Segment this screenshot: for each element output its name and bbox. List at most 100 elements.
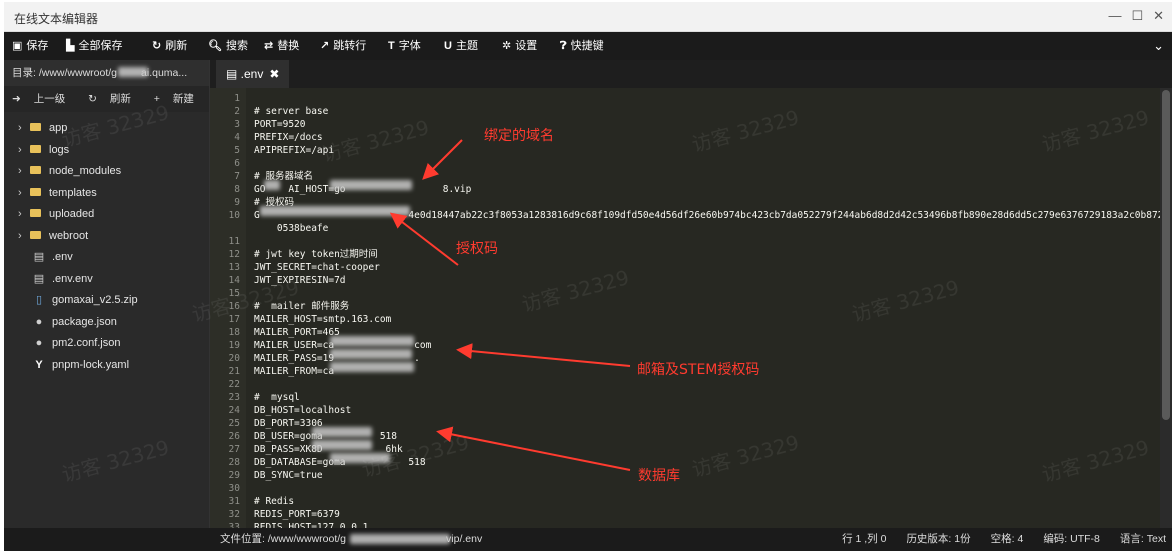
theme-label: 主题 bbox=[455, 40, 478, 52]
scroll-thumb[interactable] bbox=[1162, 90, 1170, 420]
folder-icon bbox=[30, 144, 41, 153]
settings-button[interactable]: ✲ 设置 bbox=[502, 32, 537, 60]
help-icon: ❓︎ bbox=[560, 40, 567, 52]
theme-icon: U bbox=[444, 40, 452, 52]
up-level-button[interactable]: ➜ 上一级 bbox=[12, 93, 75, 105]
file-item-env-env[interactable]: ▤ .env.env bbox=[4, 269, 209, 291]
folder-label: templates bbox=[49, 186, 97, 199]
title-bar: 在线文本编辑器 — ☐ ✕ bbox=[4, 2, 1172, 32]
annotation-mail: 邮箱及STEM授权码 bbox=[637, 362, 760, 378]
file-item-env[interactable]: ▤ .env bbox=[4, 247, 209, 269]
file-icon: ▤ bbox=[33, 272, 45, 285]
folder-icon bbox=[30, 166, 41, 174]
sidebar-actions: ➜ 上一级 ↻ 刷新 + 新建 ⚲ 搜索 bbox=[4, 86, 258, 112]
file-label: pm2.conf.json bbox=[52, 337, 121, 349]
line-number: 31 bbox=[228, 496, 240, 507]
chevron-right-icon: › bbox=[18, 229, 22, 242]
shortcuts-button[interactable]: ❓︎ 快捷键 bbox=[560, 32, 604, 60]
annotation-domain: 绑定的域名 bbox=[484, 128, 554, 144]
folder-label: uploaded bbox=[49, 208, 95, 220]
language-setting[interactable]: 语言: Text bbox=[1120, 528, 1166, 551]
font-icon: T bbox=[388, 40, 395, 52]
file-icon: ▤ bbox=[33, 251, 45, 263]
sidebar-refresh-button[interactable]: ↻ 刷新 bbox=[88, 93, 141, 105]
line-number: 25 bbox=[228, 418, 240, 429]
save-button[interactable]: ▣ 保存 bbox=[12, 32, 48, 60]
folder-label: node_modules bbox=[49, 165, 122, 177]
refresh-icon: ↻ bbox=[88, 93, 100, 105]
save-all-button[interactable]: ▙ 全部保存 bbox=[66, 32, 122, 60]
folder-icon bbox=[30, 187, 41, 196]
replace-icon: ⇄ bbox=[264, 40, 274, 52]
file-item-pnpm-lock[interactable]: Ypnpm-lock.yaml bbox=[4, 355, 209, 377]
folder-item-uploaded[interactable]: › uploaded bbox=[4, 204, 209, 226]
replace-label: 替换 bbox=[277, 40, 300, 52]
status-path-suffix: vip/.env bbox=[446, 533, 483, 545]
line-text: 0538beafe bbox=[254, 223, 329, 234]
chevron-right-icon: › bbox=[18, 143, 22, 156]
minimize-button[interactable]: — bbox=[1108, 8, 1121, 24]
line-text: MAILER_PORT=465 bbox=[254, 327, 340, 338]
encoding-setting[interactable]: 编码: UTF-8 bbox=[1043, 528, 1100, 551]
line-number: 30 bbox=[228, 483, 240, 494]
file-item-zip[interactable]: ▯ gomaxai_v2.5.zip bbox=[4, 290, 209, 312]
history-versions[interactable]: 历史版本: 1份 bbox=[906, 528, 970, 551]
line-number: 7 bbox=[234, 171, 240, 182]
file-item-package-json[interactable]: ● package.json bbox=[4, 312, 209, 334]
indent-setting[interactable]: 空格: 4 bbox=[991, 528, 1024, 551]
folder-item-webroot[interactable]: › webroot bbox=[4, 226, 209, 248]
line-number: 1 bbox=[234, 93, 240, 104]
file-label: pnpm-lock.yaml bbox=[52, 358, 130, 371]
redaction bbox=[260, 206, 410, 216]
line-text: PORT=9520 bbox=[254, 119, 306, 130]
chevron-right-icon: › bbox=[18, 208, 22, 220]
sidebar-refresh-label: 刷新 bbox=[109, 93, 131, 105]
shortcuts-label: 快捷键 bbox=[570, 40, 604, 52]
folder-item-node-modules[interactable]: › node_modules bbox=[4, 161, 209, 183]
close-tab-icon[interactable]: ✖ bbox=[269, 67, 279, 81]
chevron-down-icon[interactable]: ⌄ bbox=[1153, 32, 1164, 60]
goto-line-button[interactable]: ↗ 跳转行 bbox=[320, 32, 366, 60]
folder-item-logs[interactable]: › logs bbox=[4, 140, 209, 162]
tab-label: .env bbox=[240, 67, 264, 81]
redaction bbox=[118, 67, 148, 77]
theme-button[interactable]: U 主题 bbox=[444, 32, 478, 60]
toolbar: ▣ 保存 ▙ 全部保存 ↻ 刷新 🔍︎ 搜索 ⇄ 替换 ↗ 跳转行 T 字体 U 主题 ✲ 设置 … bbox=[4, 32, 1172, 60]
font-button[interactable]: T 字体 bbox=[388, 32, 421, 60]
close-window-button[interactable]: ✕ bbox=[1153, 8, 1164, 24]
editor-scrollbar[interactable] bbox=[1160, 88, 1172, 528]
file-label: .env.env bbox=[52, 272, 93, 285]
status-path-prefix: 文件位置: /www/wwwroot/g bbox=[220, 533, 347, 545]
line-number: 26 bbox=[228, 431, 240, 442]
search-button[interactable]: 🔍︎ 搜索 bbox=[208, 32, 248, 60]
folder-item-templates[interactable]: › templates bbox=[4, 183, 209, 205]
chevron-right-icon: › bbox=[18, 165, 22, 177]
replace-button[interactable]: ⇄ 替换 bbox=[264, 32, 299, 60]
line-number: 24 bbox=[228, 405, 240, 416]
redaction bbox=[330, 362, 414, 372]
line-number: 23 bbox=[228, 392, 240, 403]
maximize-button[interactable]: ☐ bbox=[1131, 8, 1143, 24]
line-number: 29 bbox=[228, 470, 240, 481]
file-label: .env bbox=[52, 251, 73, 263]
folder-icon bbox=[30, 230, 41, 239]
line-text: # 服务器域名 bbox=[254, 171, 313, 182]
refresh-icon: ↻ bbox=[152, 40, 162, 52]
goto-icon: ↗ bbox=[320, 40, 330, 52]
line-number: 11 bbox=[228, 236, 240, 247]
line-number: 10 bbox=[228, 210, 240, 221]
save-label: 保存 bbox=[26, 40, 49, 52]
line-text: # jwt key token过期时间 bbox=[254, 249, 378, 260]
sidebar-footer bbox=[4, 528, 210, 551]
file-icon: ▤ bbox=[226, 67, 241, 81]
file-label: gomaxai_v2.5.zip bbox=[52, 294, 138, 306]
file-item-pm2-conf[interactable]: ● pm2.conf.json bbox=[4, 333, 209, 355]
line-text: JWT_SECRET=chat-cooper bbox=[254, 262, 380, 273]
settings-label: 设置 bbox=[515, 40, 538, 52]
tab-env[interactable]: ▤ .env ✖ bbox=[216, 60, 290, 88]
line-number: 33 bbox=[228, 522, 240, 528]
refresh-button[interactable]: ↻ 刷新 bbox=[152, 32, 187, 60]
line-text: # Redis bbox=[254, 496, 295, 507]
line-number: 4 bbox=[234, 132, 240, 143]
line-text: PREFIX=/docs bbox=[254, 132, 323, 143]
